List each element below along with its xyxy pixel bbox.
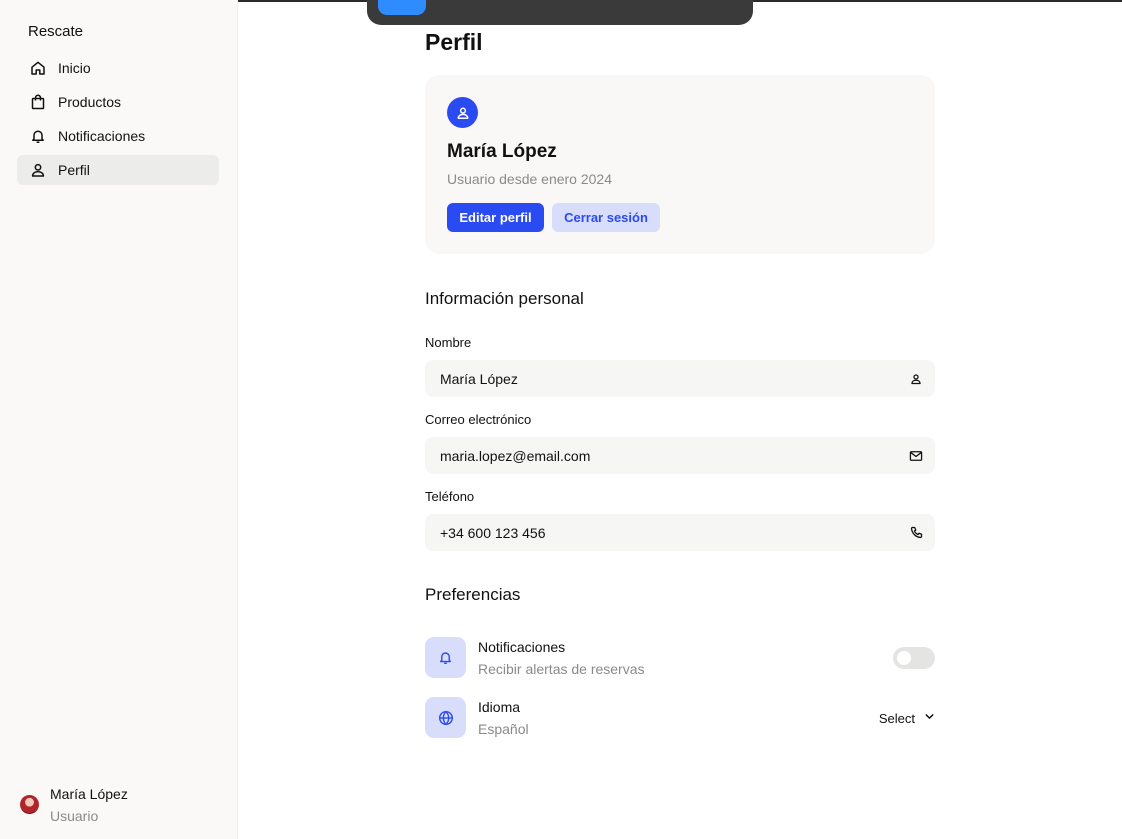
globe-icon (425, 697, 466, 738)
sidebar: Rescate Inicio Productos Notificaciones … (0, 0, 238, 839)
language-select-label: Select (878, 710, 915, 726)
phone-field-label: Teléfono (425, 489, 475, 504)
language-pref-title: Idioma (478, 699, 521, 715)
user-icon (30, 162, 46, 178)
email-field-label: Correo electrónico (425, 412, 532, 427)
email-field-value: maria.lopez@email.com (440, 447, 591, 464)
sidebar-item-notificaciones[interactable]: Notificaciones (17, 121, 219, 151)
name-field-value: María López (440, 370, 518, 387)
sidebar-user[interactable]: María López Usuario (20, 786, 128, 824)
sidebar-item-label: Notificaciones (58, 128, 146, 144)
chevron-down-icon (924, 709, 935, 727)
bell-icon (425, 637, 466, 678)
user-icon (909, 372, 923, 386)
profile-member-since: Usuario desde enero 2024 (447, 171, 613, 187)
notifications-pref-title: Notificaciones (478, 639, 566, 655)
personal-info-title: Información personal (425, 289, 584, 308)
phone-icon (909, 526, 923, 540)
home-icon (30, 60, 46, 76)
sidebar-user-role: Usuario (50, 808, 99, 824)
sidebar-item-productos[interactable]: Productos (17, 87, 219, 117)
sidebar-nav: Inicio Productos Notificaciones Perfil (17, 53, 219, 189)
phone-field-value: +34 600 123 456 (440, 524, 546, 541)
edit-profile-button[interactable]: Editar perfil (447, 203, 544, 232)
sidebar-item-label: Inicio (58, 60, 91, 76)
sidebar-user-name: María López (50, 786, 128, 802)
bell-icon (30, 128, 46, 144)
profile-card: María López Usuario desde enero 2024 Edi… (425, 75, 935, 254)
user-icon (457, 107, 468, 119)
shopping-bag-icon (30, 94, 46, 110)
profile-avatar (447, 97, 478, 128)
preferences-title: Preferencias (425, 585, 521, 604)
avatar (20, 795, 39, 814)
language-select[interactable]: Select (879, 709, 935, 727)
page-title: Perfil (425, 29, 483, 55)
sidebar-item-inicio[interactable]: Inicio (17, 53, 219, 83)
floating-toolbar (367, 0, 753, 25)
profile-name: María López (447, 141, 557, 162)
toolbar-active-pill[interactable] (378, 0, 426, 15)
notifications-pref-subtitle: Recibir alertas de reservas (478, 661, 645, 677)
language-pref-subtitle: Español (478, 721, 529, 737)
brand-name: Rescate (28, 23, 84, 40)
phone-field[interactable]: +34 600 123 456 (425, 514, 935, 551)
name-field-label: Nombre (425, 335, 472, 350)
toggle-knob (897, 651, 911, 665)
language-preference: Idioma Español Select (425, 697, 935, 739)
notifications-toggle[interactable] (893, 647, 935, 669)
sidebar-item-label: Productos (58, 94, 122, 110)
mail-icon (909, 449, 923, 463)
name-field[interactable]: María López (425, 360, 935, 397)
sidebar-item-label: Perfil (58, 162, 90, 178)
logout-button[interactable]: Cerrar sesión (552, 203, 660, 232)
sidebar-item-perfil[interactable]: Perfil (17, 155, 219, 185)
notifications-preference: Notificaciones Recibir alertas de reserv… (425, 637, 935, 679)
email-field[interactable]: maria.lopez@email.com (425, 437, 935, 474)
